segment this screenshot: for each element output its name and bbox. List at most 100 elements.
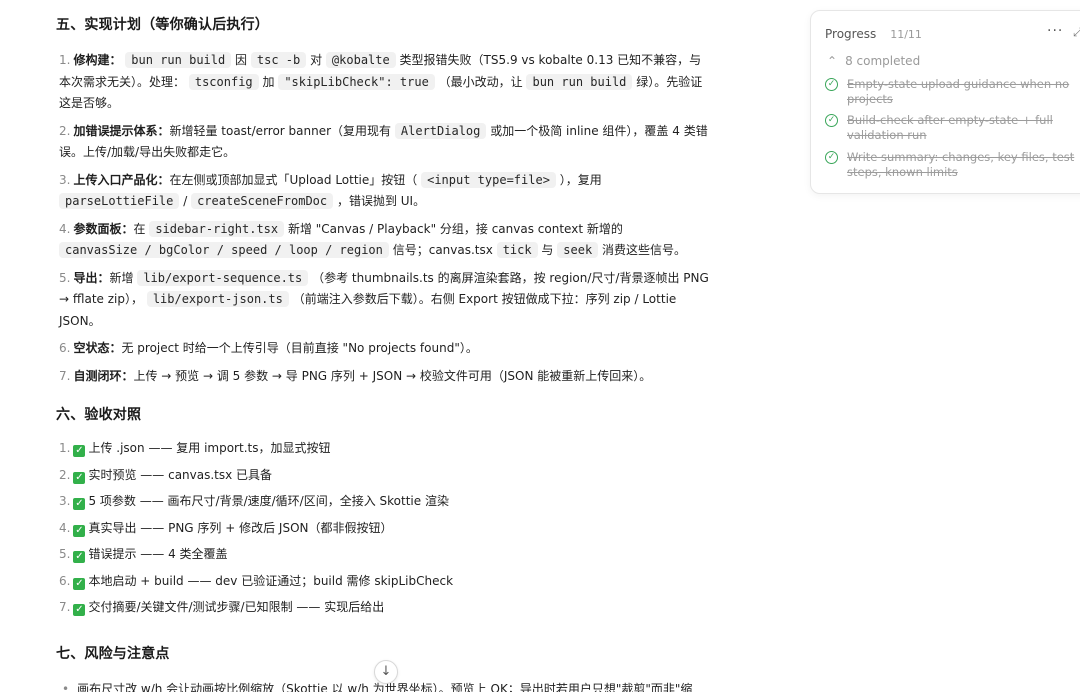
list-item: 6. ✓ 本地启动 + build —— dev 已验证通过；build 需修 sk… [59, 571, 709, 593]
task-item: ✓ Build-check after empty-state + full v… [825, 113, 1080, 142]
item-number: 7. [59, 600, 71, 614]
list-item: 5. ✓ 错误提示 —— 4 类全覆盖 [59, 544, 709, 566]
item-number: 4. [59, 520, 71, 535]
white-check-mark-icon: ✓ [73, 498, 86, 510]
item-text: 信号；canvas.tsx [392, 243, 493, 257]
item-text: —— 画布尺寸/背景/速度/循环/区间，全接入 Skottie 渲染 [135, 494, 449, 508]
item-text: 加 [262, 74, 275, 89]
item-text: —— 复用 import.ts，加显式按钮 [144, 441, 331, 455]
white-check-mark-icon: ✓ [73, 445, 86, 457]
item-lead: 交付摘要/关键文件/测试步骤/已知限制 [88, 600, 293, 614]
section-title-plan: 五、实现计划（等你确认后执行） [56, 17, 269, 33]
inline-code: tsc -b [250, 52, 307, 68]
item-lead: 实时预览 [88, 467, 137, 482]
item-text: 消费这些信号。 [602, 243, 687, 257]
inline-code: canvasSize / bgColor / speed / loop / re… [59, 242, 389, 258]
item-number: 6. [59, 341, 71, 355]
item-number: 5. [59, 270, 71, 285]
inline-code: bun run build [526, 73, 633, 90]
item-text: —— 实现后给出 [292, 600, 385, 614]
arrow-down-icon: ↓ [380, 664, 392, 679]
list-item: 3. 上传入口产品化：在左侧或顶部加显式「Upload Lottie」按钮（ <i… [59, 170, 709, 213]
completed-label: 8 completed [845, 54, 921, 68]
white-check-mark-icon: ✓ [73, 524, 86, 537]
inline-code: tsconfig [188, 73, 259, 90]
inline-code: AlertDialog [394, 122, 487, 139]
check-circle-icon: ✓ [825, 151, 838, 164]
chat-document: 五、实现计划（等你确认后执行） 1. 修构建： bun run build 因 t… [0, 0, 780, 692]
list-item: 5. 导出：新增 lib/export-sequence.ts （参考 thumb… [59, 268, 709, 333]
item-number: 3. [59, 494, 71, 508]
item-lead: 加错误提示体系： [73, 123, 170, 138]
list-item: 3. ✓ 5 项参数 —— 画布尺寸/背景/速度/循环/区间，全接入 Skottie… [59, 491, 709, 513]
task-item: ✓ Empty-state upload guidance when no pr… [825, 77, 1080, 106]
item-number: 3. [59, 172, 71, 187]
item-text: 与 [541, 243, 554, 257]
inline-code: bun run build [125, 52, 232, 68]
inline-code: parseLottieFile [59, 193, 180, 209]
item-lead: 参数面板： [73, 221, 134, 236]
risk-bullet: • 画布尺寸改 w/h 会让动画按比例缩放（Skottie 以 w/h 为世界坐标… [62, 680, 692, 692]
inline-code: sidebar-right.tsx [149, 220, 285, 237]
item-lead: 错误提示 [88, 547, 137, 561]
check-circle-icon: ✓ [825, 78, 838, 91]
item-text: （最小改动，让 [438, 74, 523, 89]
item-number: 2. [59, 467, 71, 482]
item-text: —— 4 类全覆盖 [136, 547, 228, 561]
progress-count: 11/11 [890, 28, 922, 41]
task-item: ✓ Write summary: changes, key files, tes… [825, 150, 1080, 179]
inline-code: createSceneFromDoc [191, 193, 334, 209]
item-number: 1. [59, 441, 71, 455]
item-text: 上传 → 预览 → 调 5 参数 → 导 PNG 序列 + JSON → 校验文… [133, 368, 652, 383]
item-text: ），复用 [559, 172, 602, 187]
item-text: / [183, 194, 188, 208]
list-item: 2. 加错误提示体系：新增轻量 toast/error banner（复用现有 A… [59, 121, 709, 164]
list-item: 2. ✓ 实时预览 —— canvas.tsx 已具备 [59, 465, 709, 487]
inline-code: seek [557, 242, 599, 258]
item-number: 1. [59, 53, 71, 67]
item-lead: 空状态： [73, 341, 122, 355]
white-check-mark-icon: ✓ [73, 551, 86, 563]
item-lead: 上传 .json [88, 441, 145, 455]
inline-code: @kobalte [325, 52, 396, 68]
more-options-icon[interactable]: ··· [1047, 23, 1063, 39]
item-text: 无 project 时给一个上传引导（目前直接 "No projects fou… [121, 341, 478, 355]
task-text: Build-check after empty-state + full val… [847, 113, 1053, 142]
white-check-mark-icon: ✓ [73, 471, 86, 484]
item-text: 新增 "Canvas / Playback" 分组，接 canvas conte… [287, 221, 623, 236]
section-title-acceptance: 六、验收对照 [56, 407, 142, 423]
list-item: 7. 自测闭环：上传 → 预览 → 调 5 参数 → 导 PNG 序列 + JSO… [59, 366, 709, 388]
item-lead: 导出： [73, 270, 110, 285]
completed-toggle[interactable]: ⌃ 8 completed [827, 54, 920, 68]
expand-icon[interactable]: ⤢ [1073, 25, 1080, 40]
acceptance-list: 1. ✓ 上传 .json —— 复用 import.ts，加显式按钮 2. ✓ 实时预… [59, 438, 709, 624]
item-text: 在 [133, 221, 146, 236]
item-lead: 本地启动 + build [88, 573, 184, 588]
item-number: 2. [59, 123, 71, 138]
item-text: —— PNG 序列 + 修改后 JSON（都非假按钮） [136, 520, 393, 535]
item-text: —— dev 已验证通过；build 需修 skipLibCheck [183, 573, 454, 588]
inline-code: tick [496, 242, 538, 258]
inline-code: lib/export-json.ts [146, 291, 289, 307]
list-item: 4. ✓ 真实导出 —— PNG 序列 + 修改后 JSON（都非假按钮） [59, 518, 709, 540]
check-circle-icon: ✓ [825, 114, 838, 127]
item-lead: 上传入口产品化： [73, 172, 170, 187]
task-text: Write summary: changes, key files, test … [847, 150, 1075, 179]
item-text: ，错误抛到 UI。 [336, 194, 426, 208]
item-text: —— canvas.tsx 已具备 [136, 467, 273, 482]
item-lead: 自测闭环： [73, 368, 134, 383]
inline-code: <input type=file> [421, 171, 556, 188]
item-lead: 5 项参数 [88, 494, 136, 508]
progress-panel: Progress 11/11 ··· ⤢ ⌃ 8 completed ✓ Empty… [810, 10, 1080, 194]
list-item: 4. 参数面板：在 sidebar-right.tsx 新增 "Canvas / … [59, 219, 709, 262]
progress-title: Progress [825, 27, 877, 41]
item-number: 6. [59, 573, 71, 588]
item-number: 5. [59, 547, 71, 561]
plan-list: 1. 修构建： bun run build 因 tsc -b 对 @kobalte… [59, 50, 709, 393]
white-check-mark-icon: ✓ [73, 604, 86, 616]
list-item: 1. ✓ 上传 .json —— 复用 import.ts，加显式按钮 [59, 438, 709, 460]
chevron-up-icon: ⌃ [827, 54, 838, 68]
section-title-risks: 七、风险与注意点 [56, 646, 170, 662]
scroll-to-bottom-button[interactable]: ↓ [374, 660, 398, 684]
item-number: 7. [59, 368, 71, 383]
